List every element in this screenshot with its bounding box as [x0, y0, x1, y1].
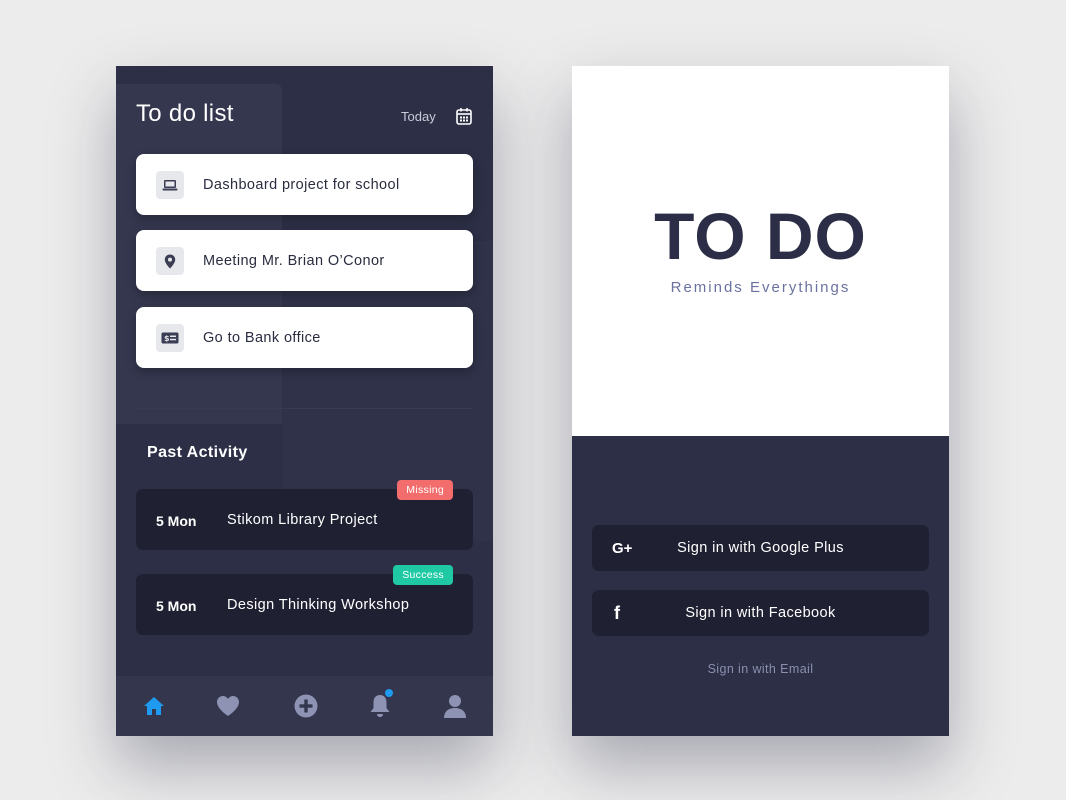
nav-profile[interactable] [442, 693, 468, 719]
task-card[interactable]: $ Go to Bank office [136, 307, 473, 368]
heart-icon [217, 696, 239, 716]
status-badge-missing: Missing [397, 480, 453, 500]
app-logo-title: TO DO [654, 199, 867, 273]
task-card[interactable]: Meeting Mr. Brian O’Conor [136, 230, 473, 291]
notification-dot [385, 689, 393, 697]
activity-label: Design Thinking Workshop [227, 597, 410, 613]
svg-text:$: $ [164, 334, 170, 343]
location-pin-icon [156, 247, 184, 275]
activity-card[interactable]: 5 Mon Design Thinking Workshop Success [136, 565, 473, 635]
past-activity-title: Past Activity [147, 444, 248, 461]
bottom-navigation [116, 676, 493, 736]
task-label: Dashboard project for school [203, 177, 400, 193]
app-tagline: Reminds Everythings [670, 279, 851, 296]
google-signin-button[interactable]: G+ Sign in with Google Plus [592, 525, 929, 571]
task-card[interactable]: Dashboard project for school [136, 154, 473, 215]
page-title: To do list [136, 100, 234, 127]
facebook-signin-button[interactable]: f Sign in with Facebook [592, 590, 929, 636]
google-signin-label: Sign in with Google Plus [677, 540, 844, 556]
section-divider [136, 408, 473, 409]
task-label: Meeting Mr. Brian O’Conor [203, 253, 385, 269]
nav-notifications[interactable] [367, 689, 393, 719]
email-signin-link[interactable]: Sign in with Email [572, 662, 949, 676]
activity-label: Stikom Library Project [227, 512, 378, 528]
todo-list-screen: To do list Today Dashboard project for s… [116, 66, 493, 736]
money-card-icon: $ [156, 324, 184, 352]
activity-card[interactable]: 5 Mon Stikom Library Project Missing [136, 480, 473, 550]
login-screen: TO DO Reminds Everythings G+ Sign in wit… [572, 66, 949, 736]
plus-circle-icon [294, 694, 318, 718]
nav-favorites[interactable] [215, 693, 241, 719]
task-label: Go to Bank office [203, 330, 321, 346]
date-filter-label[interactable]: Today [401, 109, 436, 124]
hero-panel: TO DO Reminds Everythings [572, 66, 949, 436]
status-badge-success: Success [393, 565, 453, 585]
home-icon [144, 697, 164, 715]
facebook-signin-label: Sign in with Facebook [685, 605, 836, 621]
laptop-icon [156, 171, 184, 199]
activity-date: 5 Mon [156, 598, 197, 614]
calendar-icon[interactable] [456, 107, 472, 125]
bell-icon [370, 695, 390, 717]
nav-home[interactable] [141, 693, 167, 719]
user-icon [444, 695, 466, 718]
nav-add[interactable] [293, 693, 319, 719]
activity-date: 5 Mon [156, 513, 197, 529]
